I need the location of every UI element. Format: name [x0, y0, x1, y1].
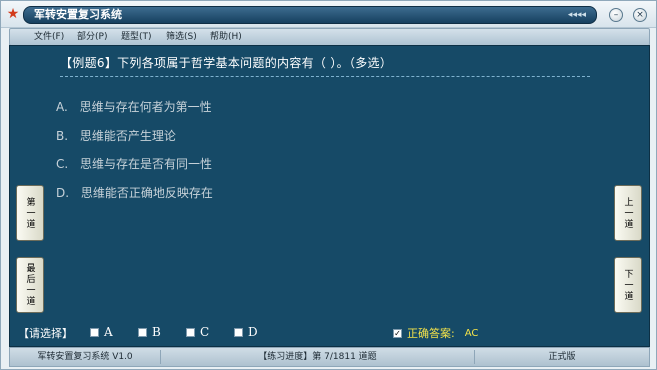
menu-help[interactable]: 帮助(H) [210, 29, 242, 45]
choice-label: A [104, 325, 113, 339]
option-c: C. 思维与存在是否有同一性 [56, 155, 212, 172]
show-answer-toggle[interactable]: ✓ 正确答案: AC [393, 325, 478, 341]
option-b: B. 思维能否产生理论 [56, 127, 176, 144]
question-divider [60, 76, 590, 77]
choice-a[interactable]: A [90, 325, 113, 339]
choice-label: C [200, 325, 210, 339]
option-letter: D. [56, 186, 70, 200]
checkbox-a[interactable] [90, 327, 99, 337]
status-progress: 【练习进度】第 7/1811 道题 [258, 352, 377, 362]
choice-label: D [248, 325, 258, 339]
question-panel: 【例题6】下列各项属于哲学基本问题的内容有（ ）。（多选） A. 思维与存在何者… [9, 45, 650, 347]
title-arrows-icon: ◂◂◂◂ [567, 10, 586, 20]
choice-b[interactable]: B [138, 325, 161, 339]
prev-question-button[interactable]: 上一道 [614, 185, 642, 241]
choice-label: B [152, 325, 161, 339]
last-question-button[interactable]: 最后一道 [16, 257, 44, 313]
menu-bar: 文件(F) 部分(P) 题型(T) 筛选(S) 帮助(H) [9, 28, 650, 46]
option-letter: C. [56, 157, 69, 171]
prev-question-label: 上一道 [622, 196, 633, 230]
status-bar: 军转安置复习系统 V1.0 【练习进度】第 7/1811 道题 正式版 [9, 347, 650, 367]
show-answer-checkbox[interactable]: ✓ [393, 328, 402, 338]
menu-question-type[interactable]: 题型(T) [121, 29, 152, 45]
checkbox-b[interactable] [138, 327, 147, 337]
checkbox-d[interactable] [234, 327, 243, 337]
option-text: 思维能否正确地反映存在 [80, 186, 213, 200]
status-app-version: 军转安置复习系统 V1.0 [37, 352, 133, 362]
menu-filter[interactable]: 筛选(S) [166, 29, 197, 45]
choice-c[interactable]: C [186, 325, 209, 339]
question-text: 【例题6】下列各项属于哲学基本问题的内容有（ ）。（多选） [60, 56, 393, 70]
option-text: 思维能否产生理论 [79, 129, 176, 143]
choice-d[interactable]: D [234, 325, 258, 339]
menu-part[interactable]: 部分(P) [77, 29, 107, 45]
status-mode: 正式版 [548, 352, 576, 362]
title-pill: 军转安置复习系统 ◂◂◂◂ [23, 6, 597, 24]
close-button[interactable]: × [633, 8, 647, 22]
window-title: 军转安置复习系统 [34, 8, 122, 21]
menu-file[interactable]: 文件(F) [34, 29, 64, 45]
correct-answer-label: 正确答案: [407, 327, 455, 340]
option-letter: A. [56, 100, 68, 114]
minimize-button[interactable]: – [609, 8, 623, 22]
option-a: A. 思维与存在何者为第一性 [56, 98, 212, 115]
select-prompt: 【请选择】 [18, 327, 73, 340]
title-bar[interactable]: ★ 军转安置复习系统 ◂◂◂◂ – × [1, 1, 656, 28]
option-text: 思维与存在是否有同一性 [80, 157, 213, 171]
option-letter: B. [56, 129, 69, 143]
app-star-icon: ★ [6, 6, 20, 22]
checkbox-c[interactable] [186, 327, 195, 337]
next-question-button[interactable]: 下一道 [614, 257, 642, 313]
option-d: D. 思维能否正确地反映存在 [56, 184, 213, 201]
last-question-label: 最后一道 [24, 263, 35, 307]
first-question-label: 第一道 [24, 196, 35, 230]
option-text: 思维与存在何者为第一性 [79, 100, 212, 114]
correct-answer-value: AC [464, 327, 479, 339]
first-question-button[interactable]: 第一道 [16, 185, 44, 241]
next-question-label: 下一道 [622, 268, 633, 302]
app-window: ★ 军转安置复习系统 ◂◂◂◂ – × 文件(F) 部分(P) 题型(T) 筛选… [0, 0, 657, 370]
